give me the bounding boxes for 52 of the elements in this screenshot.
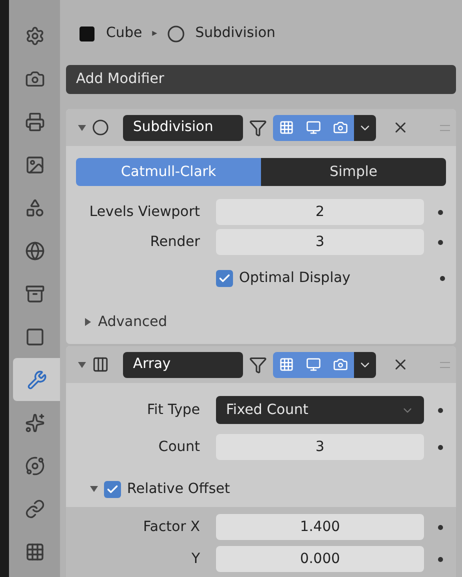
breadcrumb-modifier: Subdivision [195, 24, 276, 44]
camera-icon [333, 357, 348, 372]
dropdown-button[interactable] [354, 114, 376, 140]
breadcrumb-separator: ▸ [152, 27, 158, 42]
number-field[interactable]: 3 [216, 229, 424, 255]
modifier-name-field[interactable]: Subdivision [123, 114, 243, 140]
drag-handle-icon[interactable] [440, 362, 450, 368]
render-toggle[interactable] [327, 352, 354, 378]
render-toggle[interactable] [327, 114, 354, 140]
monitor-icon [306, 357, 321, 372]
collapse-arrow-icon[interactable] [78, 360, 86, 368]
expand-arrow-icon[interactable] [84, 318, 92, 326]
checkbox-label: Optimal Display [239, 268, 352, 288]
monitor-icon [306, 120, 321, 135]
array-icon [92, 356, 109, 373]
subdivision-icon [92, 119, 109, 136]
cage-toggle[interactable] [273, 352, 300, 378]
subdivision-icon [167, 24, 186, 43]
modifier-name-field[interactable]: Array [123, 352, 243, 378]
grid-icon [279, 357, 294, 372]
cage-toggle[interactable] [273, 114, 300, 140]
number-field[interactable]: 2 [216, 199, 424, 225]
object-icon [24, 326, 44, 346]
checkbox[interactable] [104, 480, 121, 498]
field-label: Factor X [142, 518, 201, 536]
algorithm-tab[interactable]: Simple [261, 158, 446, 186]
grid-icon [279, 120, 294, 135]
checkmark-icon [106, 482, 119, 496]
drag-handle-icon[interactable] [440, 124, 450, 130]
camera-icon [333, 120, 348, 135]
checkbox[interactable] [216, 270, 233, 286]
collapse-arrow-icon[interactable] [90, 485, 98, 493]
dropdown-value: Fixed Count [226, 400, 308, 420]
subpanel-title[interactable]: Relative Offset [127, 478, 230, 500]
modifiers-tab[interactable] [13, 358, 60, 401]
world-icon [24, 240, 44, 260]
breadcrumb-object: Cube [106, 24, 142, 44]
advanced-subpanel-title[interactable]: Advanced [98, 312, 168, 332]
add-modifier-button[interactable]: Add Modifier [66, 65, 456, 94]
checkmark-icon [218, 272, 231, 284]
field-label: Fit Type [146, 400, 201, 420]
object-icon [78, 24, 96, 43]
number-field[interactable]: 0.000 [216, 546, 424, 572]
number-field[interactable]: 3 [216, 434, 424, 460]
field-label: Render [149, 232, 201, 252]
fit-type-dropdown[interactable]: Fixed Count [216, 396, 424, 424]
collapse-arrow-icon[interactable] [78, 124, 86, 132]
field-label: Levels Viewport [88, 202, 201, 222]
dropdown-button[interactable] [354, 352, 376, 378]
field-label: Count [157, 438, 201, 456]
field-label: Y [190, 550, 201, 568]
number-field[interactable]: 1.400 [216, 514, 424, 540]
